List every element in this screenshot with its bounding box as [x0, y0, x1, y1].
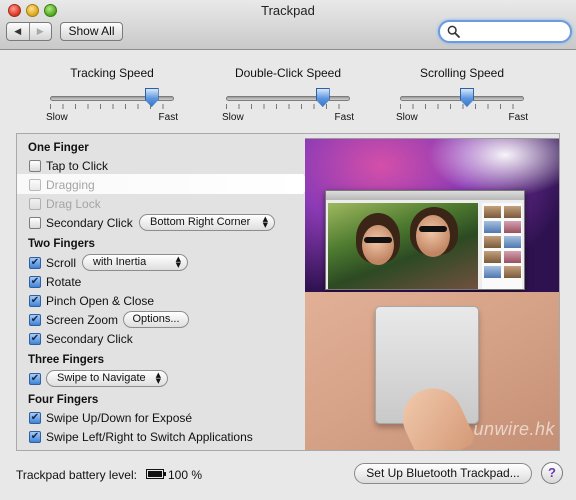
preferences-window: Trackpad ◀ ▶ Show All Tracking Speed Slo… — [0, 0, 576, 500]
gesture-options-list: One Finger Tap to Click Dragging Drag Lo… — [17, 134, 311, 450]
swipe-up-down-label: Swipe Up/Down for Exposé — [46, 410, 193, 425]
four-fingers-heading: Four Fingers — [28, 394, 99, 406]
tap-to-click-option[interactable]: Tap to Click — [29, 157, 108, 174]
preview-photo — [328, 203, 478, 289]
screen-zoom-checkbox[interactable] — [29, 313, 41, 326]
rotate-option[interactable]: Rotate — [29, 273, 81, 290]
scroll-checkbox[interactable] — [29, 256, 41, 269]
search-input[interactable] — [462, 23, 562, 39]
three-finger-swipe-checkbox[interactable] — [29, 372, 41, 385]
search-icon — [447, 25, 460, 38]
preview-menu-bar — [305, 134, 559, 139]
gesture-preview: unwire.hk — [305, 134, 559, 450]
back-forward-control: ◀ ▶ — [6, 22, 52, 41]
tracking-speed-title: Tracking Speed — [70, 66, 154, 80]
swipe-left-right-label: Swipe Left/Right to Switch Applications — [46, 429, 253, 444]
swipe-up-down-option[interactable]: Swipe Up/Down for Exposé — [29, 409, 192, 426]
tracking-speed-max-label: Fast — [158, 112, 178, 123]
drag-lock-option[interactable]: Drag Lock — [29, 195, 101, 212]
double-click-speed-track[interactable] — [226, 96, 350, 101]
tracking-speed-min-label: Slow — [46, 112, 68, 123]
two-fingers-heading: Two Fingers — [28, 238, 95, 250]
double-click-speed-title: Double-Click Speed — [234, 66, 342, 80]
dragging-option[interactable]: Dragging — [29, 176, 95, 193]
dragging-label: Dragging — [46, 177, 95, 192]
preview-sunglasses — [364, 237, 392, 243]
three-finger-swipe-popup[interactable]: Swipe to Navigate ▲ ▼ — [46, 370, 168, 387]
double-click-speed-slider: Double-Click Speed Slow Fast — [222, 62, 354, 124]
dragging-checkbox[interactable] — [29, 178, 41, 191]
secondary-click-corner-value: Bottom Right Corner — [150, 216, 251, 228]
tracking-speed-ticks — [50, 104, 174, 109]
forward-button[interactable]: ▶ — [28, 23, 52, 40]
popup-chevron-icon: ▲ ▼ — [262, 215, 268, 229]
double-click-speed-ticks — [226, 104, 350, 109]
screen-zoom-option[interactable]: Screen Zoom — [29, 311, 118, 328]
scrolling-speed-ticks — [400, 104, 524, 109]
preview-desk: unwire.hk — [305, 292, 559, 450]
scrolling-speed-max-label: Fast — [508, 112, 528, 123]
two-finger-secondary-click-checkbox[interactable] — [29, 332, 41, 345]
title-bar: Trackpad ◀ ▶ Show All — [0, 0, 576, 50]
one-finger-secondary-click-checkbox[interactable] — [29, 216, 41, 229]
battery-level-label: Trackpad battery level: — [16, 468, 137, 482]
preview-face-left — [362, 225, 394, 265]
swipe-left-right-checkbox[interactable] — [29, 430, 41, 443]
tap-to-click-label: Tap to Click — [46, 158, 109, 173]
watermark: unwire.hk — [473, 419, 555, 439]
help-button[interactable]: ? — [541, 462, 563, 484]
scroll-label: Scroll — [46, 255, 77, 270]
pinch-option[interactable]: Pinch Open & Close — [29, 292, 154, 309]
scroll-inertia-value: with Inertia — [93, 256, 147, 268]
gesture-panel: One Finger Tap to Click Dragging Drag Lo… — [16, 133, 560, 451]
show-all-button[interactable]: Show All — [60, 22, 123, 41]
popup-chevron-icon: ▲ ▼ — [155, 371, 161, 385]
popup-chevron-icon: ▲ ▼ — [175, 255, 181, 269]
preview-photo-window — [325, 190, 525, 290]
preview-window-titlebar — [326, 191, 524, 200]
scrolling-speed-slider: Scrolling Speed Slow Fast — [396, 62, 528, 124]
back-button[interactable]: ◀ — [7, 23, 29, 40]
drag-lock-label: Drag Lock — [46, 196, 101, 211]
scroll-option[interactable]: Scroll — [29, 254, 76, 271]
pinch-checkbox[interactable] — [29, 294, 41, 307]
two-finger-secondary-click-label: Secondary Click — [46, 331, 133, 346]
rotate-checkbox[interactable] — [29, 275, 41, 288]
tap-to-click-checkbox[interactable] — [29, 159, 41, 172]
three-fingers-heading: Three Fingers — [28, 354, 105, 366]
scroll-inertia-popup[interactable]: with Inertia ▲ ▼ — [82, 254, 188, 271]
two-finger-secondary-click-option[interactable]: Secondary Click — [29, 330, 133, 347]
screen-zoom-options-button[interactable]: Options... — [123, 311, 189, 328]
preview-thumbnails — [482, 203, 522, 289]
battery-level-value: 100 % — [168, 468, 203, 482]
three-finger-swipe-option[interactable] — [29, 370, 46, 387]
swipe-up-down-checkbox[interactable] — [29, 411, 41, 424]
double-click-speed-min-label: Slow — [222, 112, 244, 123]
scrolling-speed-min-label: Slow — [396, 112, 418, 123]
three-finger-swipe-value: Swipe to Navigate — [57, 372, 146, 384]
double-click-speed-max-label: Fast — [334, 112, 354, 123]
pinch-label: Pinch Open & Close — [46, 293, 155, 308]
preview-face-right — [416, 215, 450, 257]
one-finger-heading: One Finger — [28, 142, 89, 154]
preview-screen — [305, 134, 559, 292]
rotate-label: Rotate — [46, 274, 82, 289]
one-finger-secondary-click-label: Secondary Click — [46, 215, 133, 230]
battery-icon — [146, 469, 166, 479]
setup-bluetooth-trackpad-button[interactable]: Set Up Bluetooth Trackpad... — [354, 463, 532, 484]
tracking-speed-slider: Tracking Speed Slow Fast — [46, 62, 178, 124]
screen-zoom-label: Screen Zoom — [46, 312, 119, 327]
swipe-left-right-option[interactable]: Swipe Left/Right to Switch Applications — [29, 428, 253, 445]
window-title: Trackpad — [261, 3, 315, 18]
search-field[interactable] — [438, 20, 572, 43]
preview-sunglasses — [419, 226, 447, 232]
scrolling-speed-title: Scrolling Speed — [419, 66, 505, 80]
secondary-click-corner-popup[interactable]: Bottom Right Corner ▲ ▼ — [139, 214, 275, 231]
one-finger-secondary-click-option[interactable]: Secondary Click — [29, 214, 133, 231]
drag-lock-checkbox[interactable] — [29, 197, 41, 210]
